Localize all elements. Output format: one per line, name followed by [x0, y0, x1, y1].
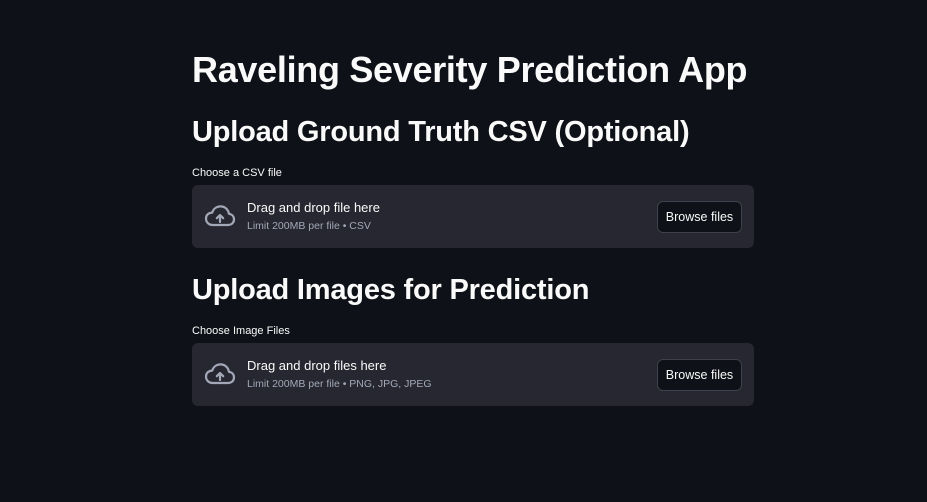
csv-section-heading: Upload Ground Truth CSV (Optional) — [192, 116, 690, 148]
csv-browse-files-button[interactable]: Browse files — [657, 201, 742, 233]
page-title: Raveling Severity Prediction App — [192, 49, 748, 90]
csv-file-label: Choose a CSV file — [192, 167, 282, 179]
cloud-upload-icon — [204, 361, 236, 387]
images-dropzone-instructions: Drag and drop files here — [247, 358, 387, 373]
csv-dropzone-instructions: Drag and drop file here — [247, 200, 380, 215]
csv-dropzone-limit: Limit 200MB per file • CSV — [247, 220, 371, 232]
csv-dropzone-text: Drag and drop file here Limit 200MB per … — [247, 199, 380, 233]
images-dropzone-text: Drag and drop files here Limit 200MB per… — [247, 357, 432, 391]
images-dropzone-limit: Limit 200MB per file • PNG, JPG, JPEG — [247, 378, 432, 390]
csv-dropzone[interactable]: Drag and drop file here Limit 200MB per … — [192, 185, 754, 248]
cloud-upload-icon — [204, 203, 236, 229]
images-dropzone[interactable]: Drag and drop files here Limit 200MB per… — [192, 343, 754, 406]
images-section-heading: Upload Images for Prediction — [192, 274, 590, 306]
image-files-label: Choose Image Files — [192, 325, 290, 337]
images-browse-files-button[interactable]: Browse files — [657, 359, 742, 391]
